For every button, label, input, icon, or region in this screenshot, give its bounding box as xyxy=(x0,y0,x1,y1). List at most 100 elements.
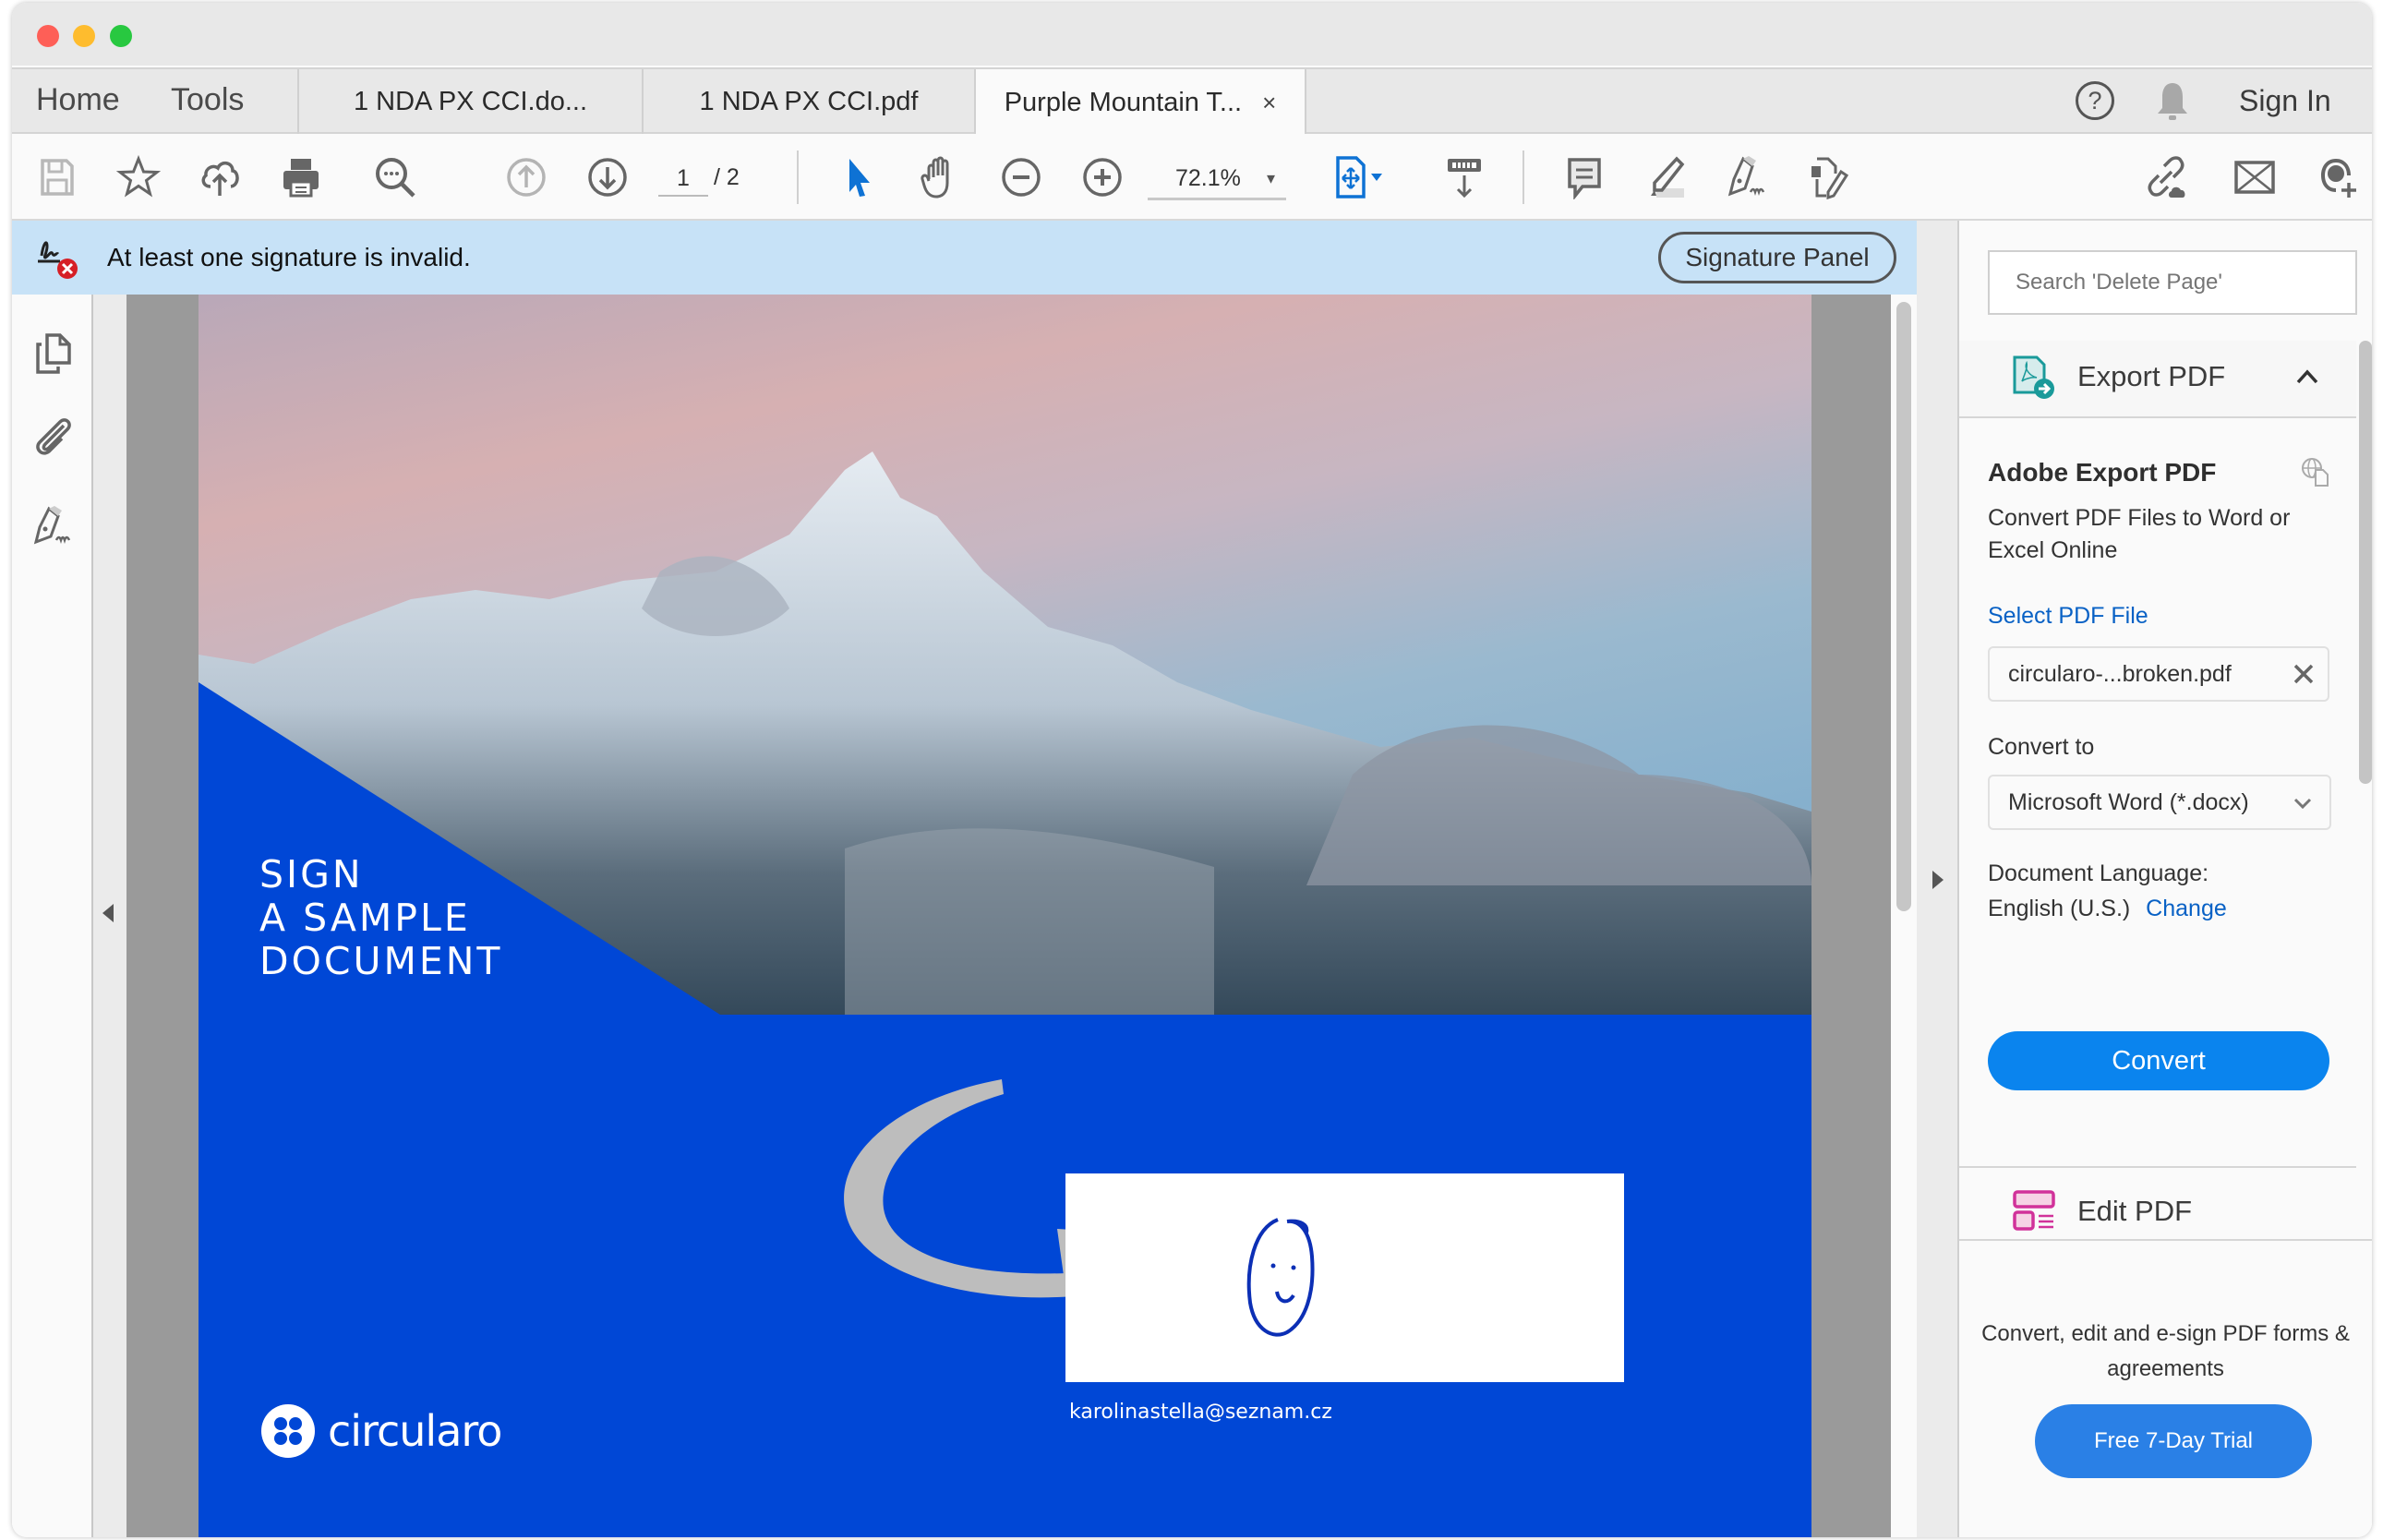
document-viewport[interactable]: SIGN A SAMPLE DOCUMENT karolinastella@se… xyxy=(126,295,1917,1537)
brand-name: circularo xyxy=(328,1406,502,1456)
zoom-level-dropdown[interactable]: 72.1% ▾ xyxy=(1148,158,1286,200)
signature-field[interactable] xyxy=(1065,1173,1624,1382)
page-thumbnails-icon[interactable] xyxy=(30,331,75,376)
left-pane-collapse-strip xyxy=(93,295,126,1537)
right-tools-pane: Export PDF Adobe Export PDF Convert PDF … xyxy=(1959,221,2372,1537)
zoom-out-icon[interactable] xyxy=(996,152,1046,202)
zoom-window-button[interactable] xyxy=(110,25,132,47)
chevron-up-icon[interactable] xyxy=(2295,365,2319,389)
tools-pane-scrollbar-thumb[interactable] xyxy=(2359,341,2372,784)
sign-in-link[interactable]: Sign In xyxy=(2239,84,2331,118)
toolbar-divider xyxy=(797,150,799,204)
selected-file-field[interactable]: circularo-...broken.pdf xyxy=(1988,646,2329,702)
signer-email: karolinastella@seznam.cz xyxy=(1069,1401,1332,1424)
signatures-icon[interactable] xyxy=(30,503,75,547)
hand-icon[interactable] xyxy=(915,152,965,202)
signature-status-bar: At least one signature is invalid. Signa… xyxy=(12,221,1917,295)
document-language-label: Document Language: xyxy=(1988,860,2209,886)
zoom-in-icon[interactable] xyxy=(1077,152,1127,202)
tab-bar: Home Tools 1 NDA PX CCI.do... 1 NDA PX C… xyxy=(12,67,2372,136)
cloud-upload-icon[interactable] xyxy=(195,152,245,202)
invalid-signature-icon xyxy=(38,241,78,279)
left-navigation-pane xyxy=(12,295,93,1537)
page-number-input[interactable]: 1 xyxy=(658,160,708,197)
convert-format-value: Microsoft Word (*.docx) xyxy=(2008,789,2249,815)
export-pdf-title: Adobe Export PDF xyxy=(1988,458,2217,487)
tab-label: Purple Mountain T... xyxy=(1004,87,1243,117)
edit-pdf-header[interactable]: Edit PDF xyxy=(2011,1188,2192,1234)
fit-page-icon[interactable] xyxy=(1332,152,1397,202)
headline-line: A SAMPLE xyxy=(259,896,471,940)
print-icon[interactable] xyxy=(276,152,326,202)
document-scrollbar[interactable] xyxy=(1891,295,1917,1537)
email-icon[interactable] xyxy=(2230,152,2280,202)
upgrade-promo: Convert, edit and e-sign PDF forms & agr… xyxy=(1959,1239,2372,1537)
close-window-button[interactable] xyxy=(37,25,59,47)
export-pdf-label: Export PDF xyxy=(2077,360,2226,392)
export-pdf-icon xyxy=(2013,355,2054,399)
headline-line: DOCUMENT xyxy=(259,939,503,983)
toolbar: 1 / 2 72.1% ▾ xyxy=(12,134,2372,221)
right-pane-divider xyxy=(1917,221,1959,1537)
add-user-icon[interactable] xyxy=(2311,152,2361,202)
tab-document-2[interactable]: 1 NDA PX CCI.pdf xyxy=(642,69,974,134)
acrobat-window: Home Tools 1 NDA PX CCI.do... 1 NDA PX C… xyxy=(12,3,2372,1537)
zoom-level-value: 72.1% xyxy=(1175,165,1241,191)
section-divider xyxy=(1959,1166,2356,1168)
tab-document-active[interactable]: Purple Mountain T... × xyxy=(974,69,1306,136)
find-icon[interactable] xyxy=(370,152,420,202)
online-service-icon xyxy=(2302,458,2329,487)
change-language-link[interactable]: Change xyxy=(2146,896,2227,921)
notifications-bell-icon[interactable] xyxy=(2154,80,2191,123)
page-total: / 2 xyxy=(714,164,740,190)
remove-file-icon[interactable] xyxy=(2289,659,2318,689)
attachments-icon[interactable] xyxy=(30,415,75,459)
document-headline: SIGN A SAMPLE DOCUMENT xyxy=(259,853,502,983)
fill-edit-icon[interactable] xyxy=(1803,152,1853,202)
document-language: Document Language: English (U.S.) Change xyxy=(1988,856,2227,926)
tab-label: 1 NDA PX CCI.do... xyxy=(353,86,588,116)
title-bar xyxy=(12,3,2372,66)
collapse-left-pane-icon[interactable] xyxy=(102,904,114,922)
nav-home[interactable]: Home xyxy=(36,82,120,118)
pdf-page: SIGN A SAMPLE DOCUMENT karolinastella@se… xyxy=(199,295,1811,1537)
highlight-icon[interactable] xyxy=(1641,152,1691,202)
export-pdf-description: Convert PDF Files to Word or Excel Onlin… xyxy=(1988,505,2291,563)
edit-pdf-label: Edit PDF xyxy=(2077,1195,2193,1227)
share-link-icon[interactable] xyxy=(2141,152,2191,202)
drawn-signature-smiley xyxy=(1246,1218,1315,1337)
free-trial-button[interactable]: Free 7-Day Trial xyxy=(2035,1404,2312,1478)
circularo-logo: circularo xyxy=(261,1404,502,1458)
document-language-value: English (U.S.) xyxy=(1988,896,2131,921)
comment-icon[interactable] xyxy=(1559,152,1609,202)
select-arrow-icon[interactable] xyxy=(834,152,884,202)
export-pdf-header-row[interactable]: Export PDF xyxy=(2011,354,2225,400)
document-scrollbar-thumb[interactable] xyxy=(1896,302,1911,911)
close-tab-icon[interactable]: × xyxy=(1262,89,1276,117)
convert-button[interactable]: Convert xyxy=(1988,1031,2329,1090)
page-up-icon[interactable] xyxy=(501,152,551,202)
signature-panel-button[interactable]: Signature Panel xyxy=(1658,232,1896,283)
select-pdf-file-link[interactable]: Select PDF File xyxy=(1988,603,2148,630)
page-down-icon[interactable] xyxy=(583,152,632,202)
circularo-logo-icon xyxy=(261,1404,315,1458)
help-icon[interactable]: ? xyxy=(2076,81,2114,120)
headline-line: SIGN xyxy=(259,852,364,896)
chevron-down-icon xyxy=(2293,798,2312,810)
bookmark-star-icon[interactable] xyxy=(114,152,163,202)
tab-document-1[interactable]: 1 NDA PX CCI.do... xyxy=(297,69,642,134)
promo-text: Convert, edit and e-sign PDF forms & agr… xyxy=(1981,1321,2350,1381)
save-icon[interactable] xyxy=(32,152,82,202)
tab-label: 1 NDA PX CCI.pdf xyxy=(699,86,919,116)
convert-to-label: Convert to xyxy=(1988,734,2095,760)
nav-tools[interactable]: Tools xyxy=(171,82,244,118)
selected-file-name: circularo-...broken.pdf xyxy=(2008,661,2232,687)
scroll-mode-icon[interactable] xyxy=(1439,152,1489,202)
sign-icon[interactable] xyxy=(1722,152,1772,202)
tools-search-input[interactable] xyxy=(1988,250,2357,315)
convert-format-dropdown[interactable]: Microsoft Word (*.docx) xyxy=(1988,775,2331,830)
minimize-window-button[interactable] xyxy=(73,25,95,47)
collapse-right-pane-icon[interactable] xyxy=(1932,871,1944,889)
edit-pdf-icon xyxy=(2013,1190,2055,1231)
tools-pane-scrollbar[interactable] xyxy=(2356,341,2372,1356)
